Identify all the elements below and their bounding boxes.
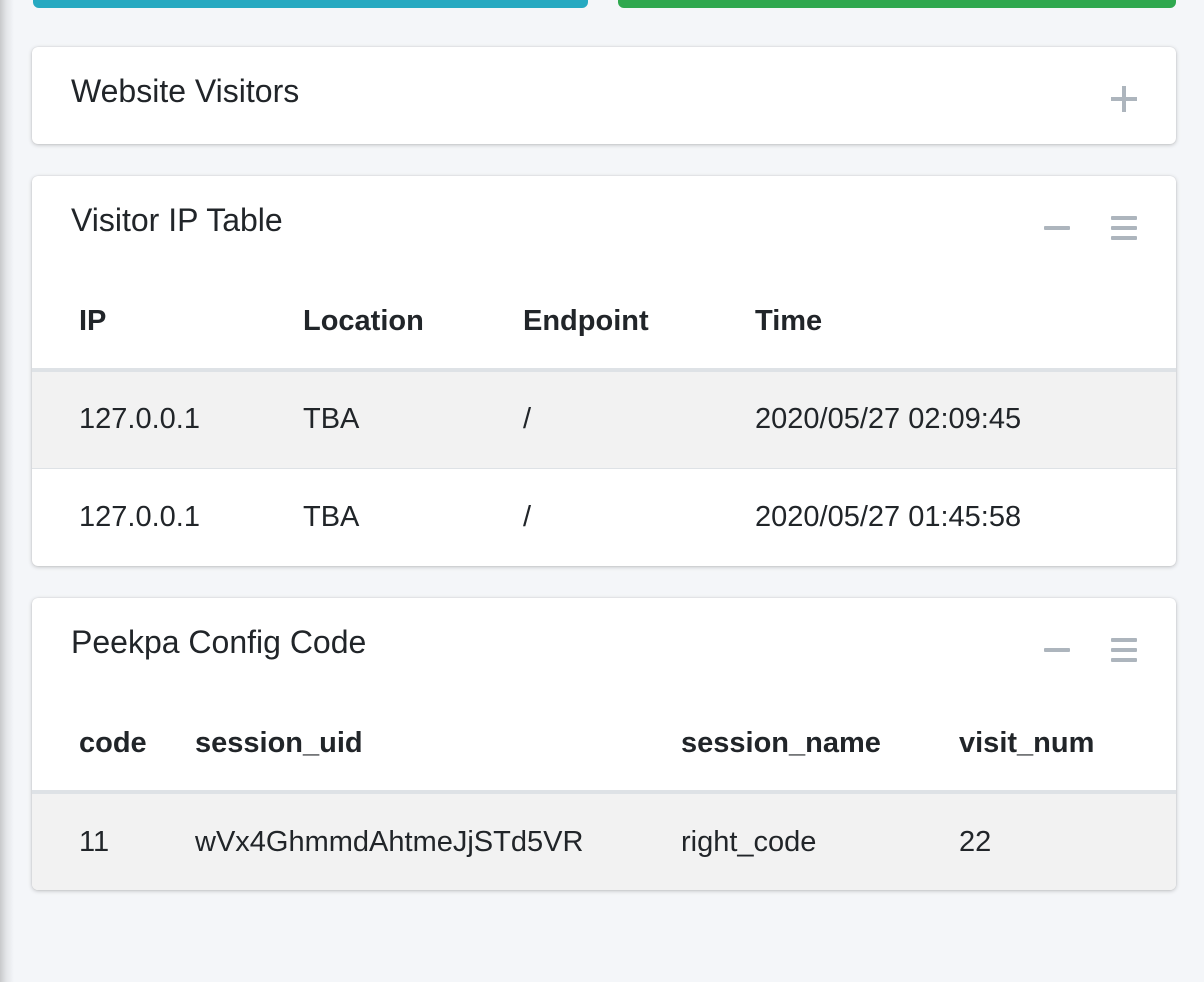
card-title: Website Visitors: [71, 73, 300, 109]
column-header-ip[interactable]: IP: [32, 274, 256, 372]
menu-icon[interactable]: [1109, 635, 1139, 665]
cell-endpoint: /: [476, 467, 708, 566]
cell-endpoint: /: [476, 370, 708, 468]
cell-code: 11: [32, 792, 148, 890]
table-row: 127.0.0.1 TBA / 2020/05/27 02:09:45: [32, 370, 1176, 468]
minus-icon[interactable]: [1042, 213, 1072, 243]
column-header-location[interactable]: Location: [256, 274, 476, 372]
card-title: Visitor IP Table: [71, 202, 283, 238]
table-header-row: code session_uid session_name visit_num: [32, 696, 1176, 794]
cell-time: 2020/05/27 01:45:58: [708, 467, 1176, 566]
config-code-table: code session_uid session_name visit_num …: [32, 696, 1176, 890]
sidebar-edge: [0, 0, 14, 982]
table-row: 11 wVx4GhmmdAhtmeJjSTd5VR right_code 22: [32, 792, 1176, 890]
cell-location: TBA: [256, 370, 476, 468]
peekpa-config-code-card: Peekpa Config Code code session_uid sess…: [32, 598, 1176, 890]
cell-time: 2020/05/27 02:09:45: [708, 370, 1176, 468]
cell-location: TBA: [256, 467, 476, 566]
info-box-teal: [33, 0, 588, 8]
cell-ip: 127.0.0.1: [32, 467, 256, 566]
website-visitors-card: Website Visitors: [32, 47, 1176, 144]
column-header-time[interactable]: Time: [708, 274, 1176, 372]
table-header-row: IP Location Endpoint Time: [32, 274, 1176, 372]
column-header-visit-num[interactable]: visit_num: [912, 696, 1176, 794]
cell-visit-num: 22: [912, 792, 1176, 890]
column-header-session-name[interactable]: session_name: [634, 696, 912, 794]
minus-icon[interactable]: [1042, 635, 1072, 665]
column-header-session-uid[interactable]: session_uid: [148, 696, 634, 794]
info-box-green: [618, 0, 1176, 8]
column-header-code[interactable]: code: [32, 696, 148, 794]
cell-session-name: right_code: [634, 792, 912, 890]
card-title: Peekpa Config Code: [71, 624, 367, 660]
column-header-endpoint[interactable]: Endpoint: [476, 274, 708, 372]
table-row: 127.0.0.1 TBA / 2020/05/27 01:45:58: [32, 467, 1176, 566]
cell-ip: 127.0.0.1: [32, 370, 256, 468]
plus-icon[interactable]: [1109, 84, 1139, 114]
menu-icon[interactable]: [1109, 213, 1139, 243]
cell-session-uid: wVx4GhmmdAhtmeJjSTd5VR: [148, 792, 634, 890]
visitor-ip-table-card: Visitor IP Table IP Location Endpoint Ti…: [32, 176, 1176, 566]
visitor-ip-table: IP Location Endpoint Time 127.0.0.1 TBA …: [32, 274, 1176, 566]
